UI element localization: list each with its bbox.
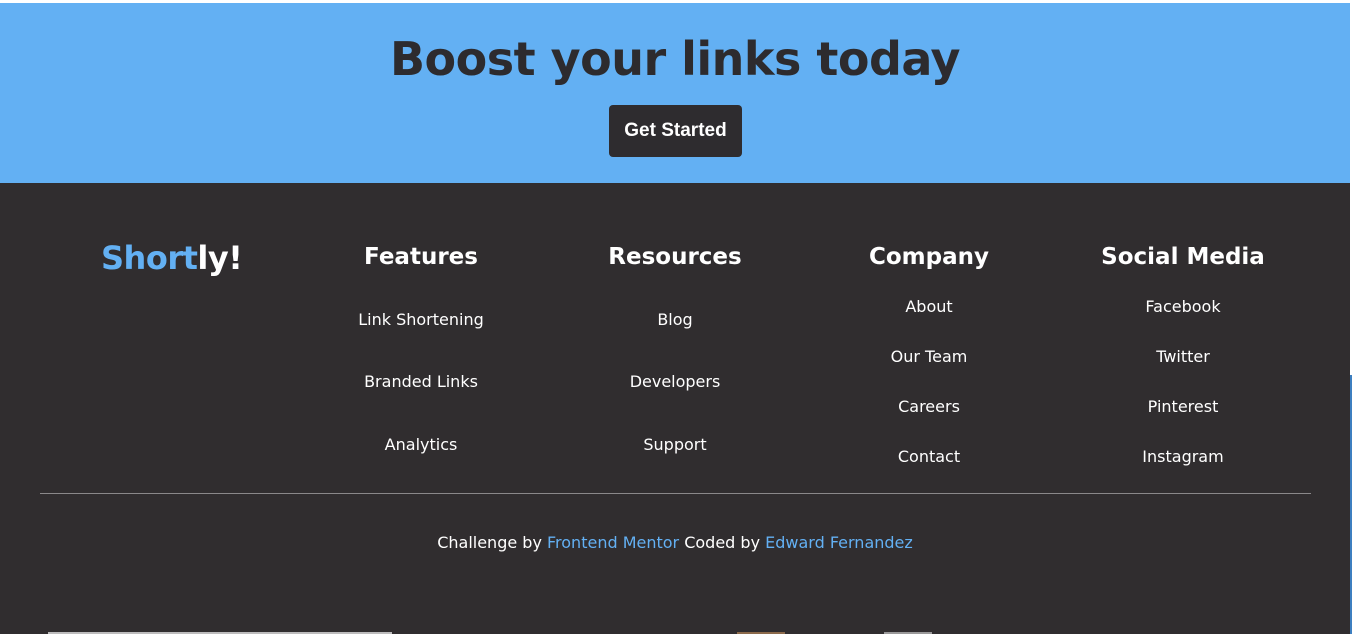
get-started-button[interactable]: Get Started — [609, 105, 742, 157]
column-heading-features: Features — [364, 244, 478, 270]
footer-divider — [40, 493, 1311, 494]
logo-part-rest: ly! — [197, 239, 243, 277]
footer-link-support[interactable]: Support — [555, 434, 795, 456]
footer-logo[interactable]: Shortly! — [101, 236, 243, 280]
attribution-middle: Coded by — [684, 533, 761, 552]
footer-link-facebook[interactable]: Facebook — [1063, 296, 1303, 318]
footer-link-developers[interactable]: Developers — [555, 371, 795, 393]
cta-title: Boost your links today — [389, 32, 961, 86]
attribution-prefix: Challenge by — [437, 533, 542, 552]
attribution: Challenge by Frontend Mentor Coded by Ed… — [0, 532, 1350, 554]
footer-link-branded-links[interactable]: Branded Links — [301, 371, 541, 393]
footer-link-our-team[interactable]: Our Team — [809, 346, 1049, 368]
page: Boost your links today Get Started Short… — [0, 0, 1352, 634]
logo-part-accent: Short — [101, 239, 198, 277]
footer-link-contact[interactable]: Contact — [809, 446, 1049, 468]
frontend-mentor-link[interactable]: Frontend Mentor — [547, 533, 679, 552]
footer-link-pinterest[interactable]: Pinterest — [1063, 396, 1303, 418]
author-link[interactable]: Edward Fernandez — [765, 533, 913, 552]
footer-link-blog[interactable]: Blog — [555, 309, 795, 331]
footer-link-careers[interactable]: Careers — [809, 396, 1049, 418]
footer-link-instagram[interactable]: Instagram — [1063, 446, 1303, 468]
column-heading-social-media: Social Media — [1101, 244, 1265, 270]
footer-link-about[interactable]: About — [809, 296, 1049, 318]
footer-link-link-shortening[interactable]: Link Shortening — [301, 309, 541, 331]
footer-link-analytics[interactable]: Analytics — [301, 434, 541, 456]
cta-section: Boost your links today Get Started — [0, 3, 1350, 183]
column-heading-resources: Resources — [608, 244, 742, 270]
column-heading-company: Company — [869, 244, 989, 270]
footer-link-twitter[interactable]: Twitter — [1063, 346, 1303, 368]
